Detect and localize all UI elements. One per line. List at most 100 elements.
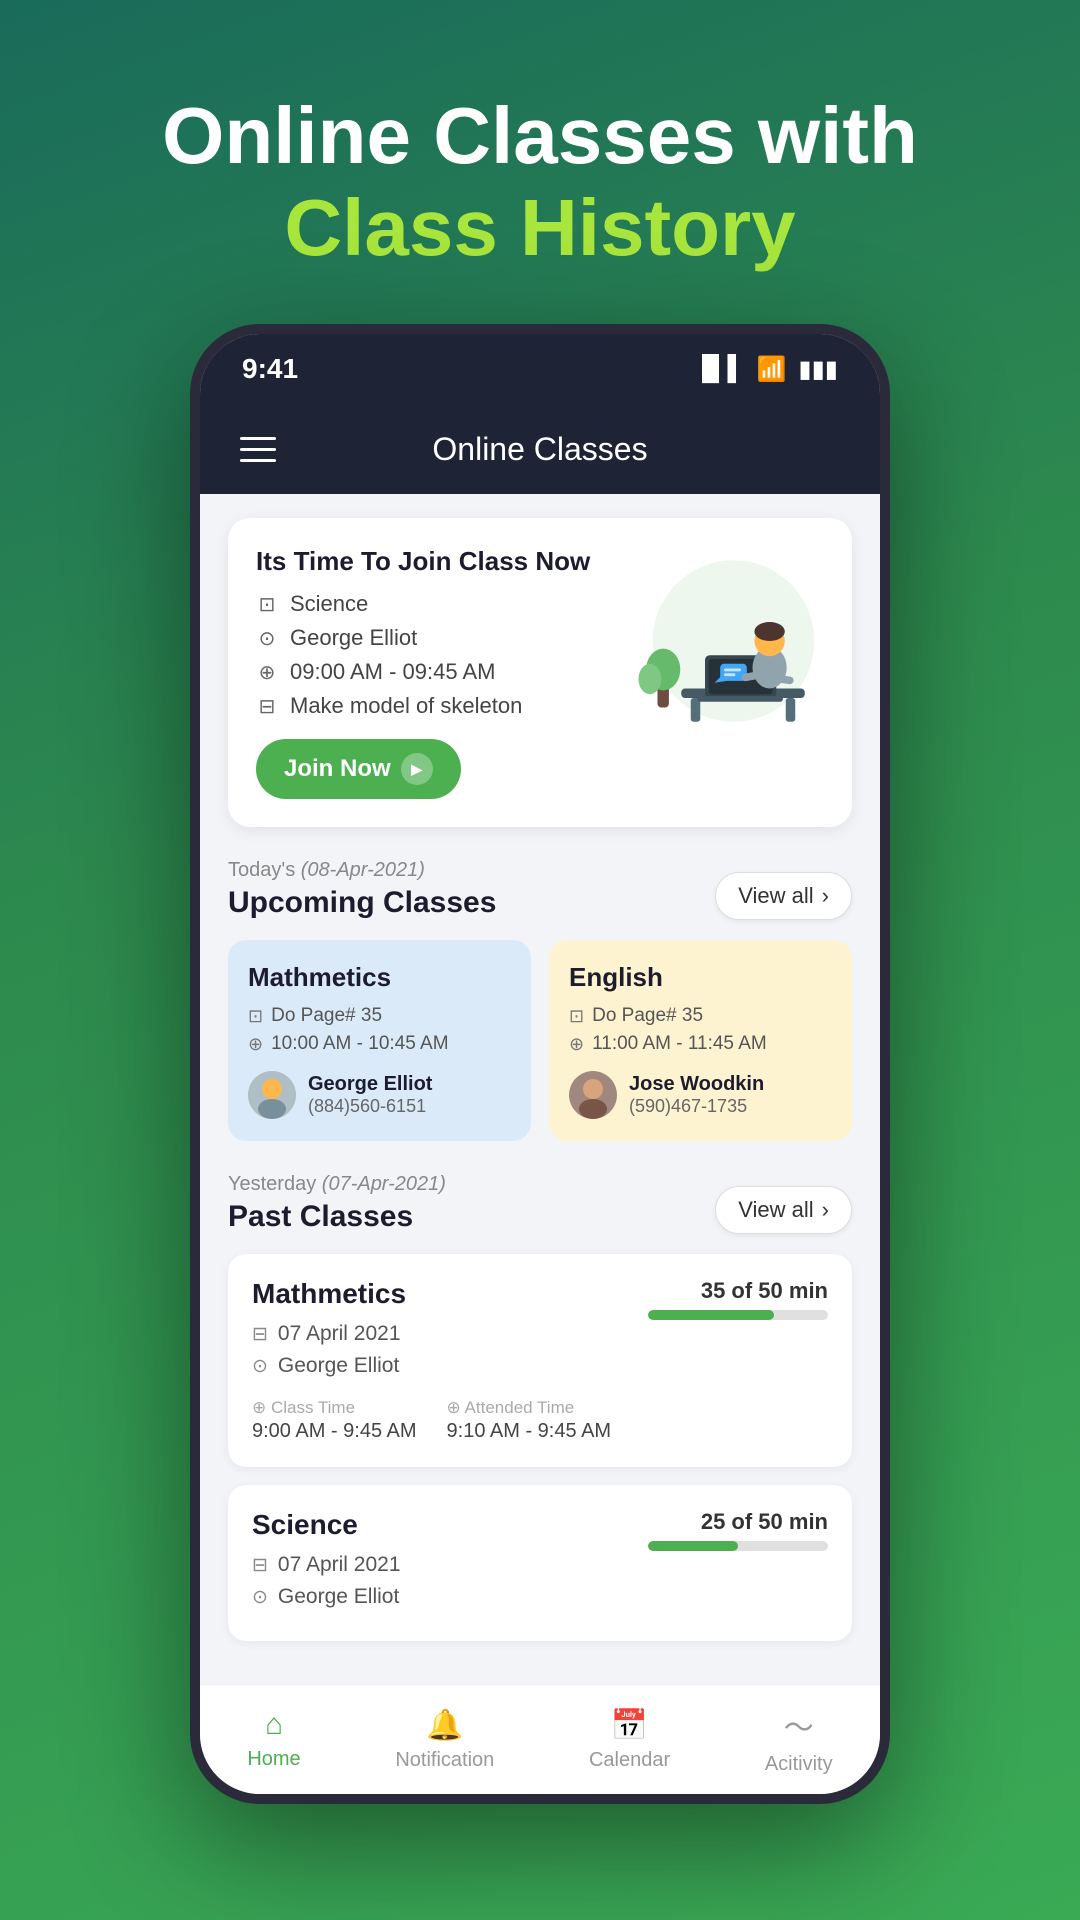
english-time-row: ⊕ 11:00 AM - 11:45 AM: [569, 1033, 832, 1055]
join-now-label: Join Now: [284, 755, 391, 783]
nav-activity-label: Acitivity: [765, 1753, 833, 1776]
past-math-teacher: George Elliot: [278, 1354, 399, 1378]
past-science-subject: Science: [252, 1509, 401, 1541]
past-class-card-science: Science ⊟ 07 April 2021 ⊙ George Elliot …: [228, 1485, 852, 1641]
cal-icon2: ⊟: [252, 1554, 268, 1577]
join-note: Make model of skeleton: [290, 693, 522, 719]
activity-icon: 〜: [784, 1703, 814, 1747]
english-task: Do Page# 35: [592, 1005, 703, 1027]
math-task: Do Page# 35: [271, 1005, 382, 1027]
upcoming-class-card-english[interactable]: English ⊡ Do Page# 35 ⊕ 11:00 AM - 11:45…: [549, 940, 852, 1141]
cal-icon: ⊟: [252, 1323, 268, 1346]
past-math-teacher-row: ⊙ George Elliot: [252, 1354, 406, 1378]
nav-home[interactable]: ⌂ Home: [227, 1700, 320, 1779]
nav-calendar[interactable]: 📅 Calendar: [569, 1700, 690, 1780]
person-icon: ⊙: [256, 626, 278, 651]
play-icon: ▶: [401, 753, 433, 785]
upcoming-class-card-math[interactable]: Mathmetics ⊡ Do Page# 35 ⊕ 10:00 AM - 10…: [228, 940, 531, 1141]
past-math-class-time-col: ⊕ Class Time 9:00 AM - 9:45 AM: [252, 1398, 417, 1443]
english-teacher-name: Jose Woodkin: [629, 1073, 764, 1096]
past-science-progress-label: 25 of 50 min: [701, 1509, 828, 1535]
upcoming-chevron-icon: ›: [822, 883, 829, 909]
english-subject: English: [569, 962, 832, 993]
past-science-left: Science ⊟ 07 April 2021 ⊙ George Elliot: [252, 1509, 401, 1617]
app-header: Online Classes: [200, 404, 880, 494]
phone-content[interactable]: Its Time To Join Class Now ⊡ Science ⊙ G…: [200, 494, 880, 1684]
upcoming-label: Today's: [228, 859, 295, 881]
past-math-attended-time-col: ⊕ Attended Time 9:10 AM - 9:45 AM: [447, 1398, 612, 1443]
math-teacher-phone: (884)560-6151: [308, 1096, 432, 1117]
past-math-attended-time: 9:10 AM - 9:45 AM: [447, 1420, 612, 1442]
past-section-header: Yesterday (07-Apr-2021) Past Classes Vie…: [228, 1173, 852, 1234]
upcoming-grid: Mathmetics ⊡ Do Page# 35 ⊕ 10:00 AM - 10…: [228, 940, 852, 1141]
english-teacher-row: Jose Woodkin (590)467-1735: [569, 1071, 832, 1119]
past-chevron-icon: ›: [822, 1197, 829, 1223]
past-math-progress: 35 of 50 min: [648, 1278, 828, 1320]
status-icons: ▐▌▌ 📶 ▮▮▮: [693, 355, 838, 384]
upcoming-title: Upcoming Classes: [228, 886, 496, 920]
note-icon: ⊟: [256, 694, 278, 719]
past-date: Yesterday (07-Apr-2021): [228, 1173, 446, 1196]
past-math-subject: Mathmetics: [252, 1278, 406, 1310]
upcoming-view-all-label: View all: [738, 883, 813, 909]
past-math-class-time-label: ⊕ Class Time: [252, 1398, 417, 1418]
nav-calendar-label: Calendar: [589, 1749, 670, 1772]
math-teacher-row: George Elliot (884)560-6151: [248, 1071, 511, 1119]
calendar-icon: 📅: [611, 1708, 648, 1743]
past-science-progress: 25 of 50 min: [648, 1509, 828, 1551]
english-teacher-phone: (590)467-1735: [629, 1096, 764, 1117]
math-subject: Mathmetics: [248, 962, 511, 993]
home-icon: ⌂: [265, 1708, 283, 1742]
clock-mini-icon: ⊕: [248, 1034, 263, 1055]
hamburger-menu[interactable]: [240, 437, 276, 462]
past-math-date: 07 April 2021: [278, 1322, 401, 1346]
app-title: Online Classes: [432, 431, 647, 468]
past-math-times: ⊕ Class Time 9:00 AM - 9:45 AM ⊕ Attende…: [252, 1398, 828, 1443]
join-teacher-row: ⊙ George Elliot: [256, 625, 624, 651]
person-icon3: ⊙: [252, 1586, 268, 1609]
join-subject: Science: [290, 591, 368, 617]
join-teacher: George Elliot: [290, 625, 417, 651]
past-math-class-time: 9:00 AM - 9:45 AM: [252, 1420, 417, 1442]
book-mini-icon2: ⊡: [569, 1006, 584, 1027]
math-time: 10:00 AM - 10:45 AM: [271, 1033, 448, 1055]
upcoming-view-all-button[interactable]: View all ›: [715, 872, 852, 920]
english-task-row: ⊡ Do Page# 35: [569, 1005, 832, 1027]
book-icon: ⊡: [256, 592, 278, 617]
math-time-row: ⊕ 10:00 AM - 10:45 AM: [248, 1033, 511, 1055]
join-time-row: ⊕ 09:00 AM - 09:45 AM: [256, 659, 624, 685]
past-date-val: (07-Apr-2021): [322, 1173, 446, 1195]
illustration: [624, 546, 824, 736]
past-math-date-row: ⊟ 07 April 2021: [252, 1322, 406, 1346]
nav-notification[interactable]: 🔔 Notification: [375, 1700, 514, 1780]
past-header-left: Yesterday (07-Apr-2021) Past Classes: [228, 1173, 446, 1234]
past-math-attended-label: ⊕ Attended Time: [447, 1398, 612, 1418]
past-science-teacher-row: ⊙ George Elliot: [252, 1585, 401, 1609]
status-bar: 9:41 ▐▌▌ 📶 ▮▮▮: [200, 334, 880, 404]
past-view-all-button[interactable]: View all ›: [715, 1186, 852, 1234]
past-view-all-label: View all: [738, 1197, 813, 1223]
join-card-title: Its Time To Join Class Now: [256, 546, 624, 577]
upcoming-date-val: (08-Apr-2021): [301, 859, 425, 881]
past-science-date-row: ⊟ 07 April 2021: [252, 1553, 401, 1577]
past-label: Yesterday: [228, 1173, 316, 1195]
join-now-button[interactable]: Join Now ▶: [256, 739, 461, 799]
join-subject-row: ⊡ Science: [256, 591, 624, 617]
join-note-row: ⊟ Make model of skeleton: [256, 693, 624, 719]
upcoming-header-left: Today's (08-Apr-2021) Upcoming Classes: [228, 859, 496, 920]
phone-shell: 9:41 ▐▌▌ 📶 ▮▮▮ Online Classes Its Time T…: [190, 324, 890, 1804]
upcoming-section-header: Today's (08-Apr-2021) Upcoming Classes V…: [228, 859, 852, 920]
clock-icon: ⊕: [256, 660, 278, 685]
nav-notification-label: Notification: [395, 1749, 494, 1772]
headline-line2: Class History: [60, 182, 1020, 274]
past-science-date: 07 April 2021: [278, 1553, 401, 1577]
join-class-card: Its Time To Join Class Now ⊡ Science ⊙ G…: [228, 518, 852, 827]
past-science-progress-bar: [648, 1541, 738, 1551]
headline-line1: Online Classes with: [60, 90, 1020, 182]
nav-home-label: Home: [247, 1748, 300, 1771]
wifi-icon: 📶: [756, 355, 786, 384]
nav-activity[interactable]: 〜 Acitivity: [745, 1695, 853, 1784]
desk-illustration: [629, 546, 819, 736]
past-math-progress-bar: [648, 1310, 774, 1320]
join-time: 09:00 AM - 09:45 AM: [290, 659, 495, 685]
